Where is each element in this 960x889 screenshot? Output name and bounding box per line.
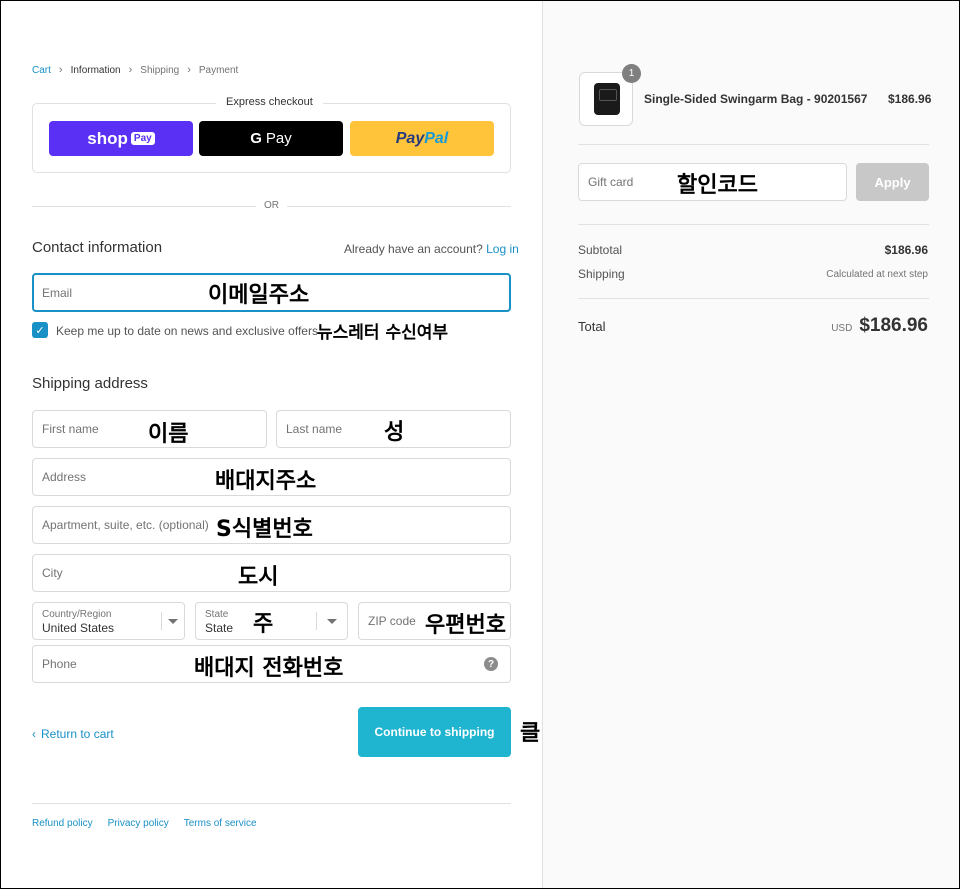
help-icon[interactable]: ?: [484, 657, 498, 671]
return-to-cart-link[interactable]: ‹ Return to cart: [32, 727, 114, 741]
express-checkout-title: Express checkout: [216, 96, 323, 108]
total-value: $186.96: [859, 315, 928, 336]
zip-placeholder: ZIP code: [368, 614, 416, 628]
city-annotation: 도시: [238, 565, 279, 590]
apply-label: Apply: [874, 174, 911, 190]
divider: [578, 298, 929, 299]
shop-pay-badge: Pay: [130, 132, 155, 145]
newsletter-label: Keep me up to date on news and exclusive…: [56, 324, 318, 338]
zip-annotation: 우편번호: [425, 613, 506, 638]
or-text: OR: [256, 200, 287, 211]
total-label: Total: [578, 319, 606, 334]
phone-placeholder: Phone: [42, 657, 77, 671]
google-pay-label: Pay: [265, 130, 292, 147]
apply-button[interactable]: Apply: [856, 163, 929, 201]
select-divider: [316, 612, 317, 630]
last-name-annotation: 성: [384, 420, 405, 445]
country-label: Country/Region: [42, 609, 112, 620]
email-annotation: 이메일주소: [208, 283, 310, 308]
chevron-right-icon: ›: [128, 64, 133, 76]
breadcrumb-shipping: Shipping: [140, 64, 180, 76]
first-name-annotation: 이름: [148, 422, 189, 447]
chevron-right-icon: ›: [187, 64, 191, 76]
last-name-placeholder: Last name: [286, 422, 343, 436]
breadcrumb: Cart › Information › Shipping › Payment: [32, 64, 238, 76]
shop-pay-button[interactable]: shop Pay: [49, 121, 193, 156]
bag-icon: [594, 83, 620, 115]
product-price: $186.96: [888, 92, 932, 106]
email-placeholder: Email: [42, 285, 73, 300]
address-placeholder: Address: [42, 470, 87, 484]
paypal-label-b: Pal: [424, 129, 449, 147]
have-account-text: Already have an account? Log in: [344, 242, 519, 256]
apartment-placeholder: Apartment, suite, etc. (optional): [42, 518, 209, 532]
login-link[interactable]: Log in: [486, 242, 519, 256]
chevron-down-icon: [168, 619, 178, 624]
checkout-main: Cart › Information › Shipping › Payment …: [1, 1, 560, 888]
continue-to-shipping-button[interactable]: Continue to shipping: [358, 707, 511, 757]
quantity-badge: 1: [622, 64, 641, 83]
divider: [578, 144, 929, 145]
check-icon: ✓: [35, 324, 45, 337]
currency-code: USD: [831, 323, 853, 334]
breadcrumb-cart[interactable]: Cart: [32, 65, 51, 76]
chevron-down-icon: [327, 619, 337, 624]
phone-annotation: 배대지 전화번호: [194, 656, 344, 681]
total-amount: USD $186.96: [831, 315, 928, 337]
apartment-annotation: S식별번호: [216, 517, 313, 542]
terms-of-service-link[interactable]: Terms of service: [184, 818, 257, 829]
google-pay-button[interactable]: G Pay: [199, 121, 343, 156]
gift-card-placeholder: Gift card: [588, 175, 634, 189]
shipping-title: Shipping address: [32, 375, 148, 392]
contact-title: Contact information: [32, 239, 163, 256]
chevron-right-icon: ›: [58, 64, 63, 76]
breadcrumb-payment: Payment: [198, 64, 239, 76]
shipping-label: Shipping: [578, 267, 625, 281]
google-g-icon: G: [250, 130, 262, 147]
breadcrumb-information: Information: [70, 64, 121, 76]
order-summary: 1 Single-Sided Swingarm Bag - 90201567 $…: [542, 1, 959, 888]
country-value: United States: [42, 621, 115, 635]
subtotal-value: $186.96: [884, 243, 928, 257]
shop-pay-label: shop: [87, 128, 128, 148]
footer-links: Refund policy Privacy policy Terms of se…: [32, 818, 257, 829]
state-value: State: [205, 621, 234, 635]
select-divider: [161, 612, 162, 630]
country-select[interactable]: Country/Region United States: [32, 602, 185, 640]
first-name-placeholder: First name: [42, 422, 99, 436]
address-annotation: 배대지주소: [215, 469, 317, 494]
divider: [578, 224, 929, 225]
subtotal-label: Subtotal: [578, 243, 623, 257]
newsletter-annotation: 뉴스레터 수신여부: [317, 323, 449, 343]
chevron-left-icon: ‹: [32, 727, 36, 741]
paypal-button[interactable]: Pay Pal: [350, 121, 494, 156]
city-placeholder: City: [42, 566, 63, 580]
footer-divider: [32, 803, 511, 804]
paypal-label-a: Pay: [395, 129, 425, 147]
newsletter-checkbox[interactable]: ✓: [32, 322, 48, 338]
have-account-label: Already have an account?: [344, 242, 483, 256]
privacy-policy-link[interactable]: Privacy policy: [108, 818, 169, 829]
state-annotation: 주: [253, 612, 274, 637]
shipping-value: Calculated at next step: [826, 269, 928, 280]
gift-annotation: 할인코드: [677, 173, 758, 198]
refund-policy-link[interactable]: Refund policy: [32, 818, 93, 829]
state-label: State: [205, 609, 229, 620]
product-name: Single-Sided Swingarm Bag - 90201567: [644, 92, 868, 106]
continue-label: Continue to shipping: [374, 725, 495, 739]
return-to-cart-label: Return to cart: [41, 727, 114, 741]
